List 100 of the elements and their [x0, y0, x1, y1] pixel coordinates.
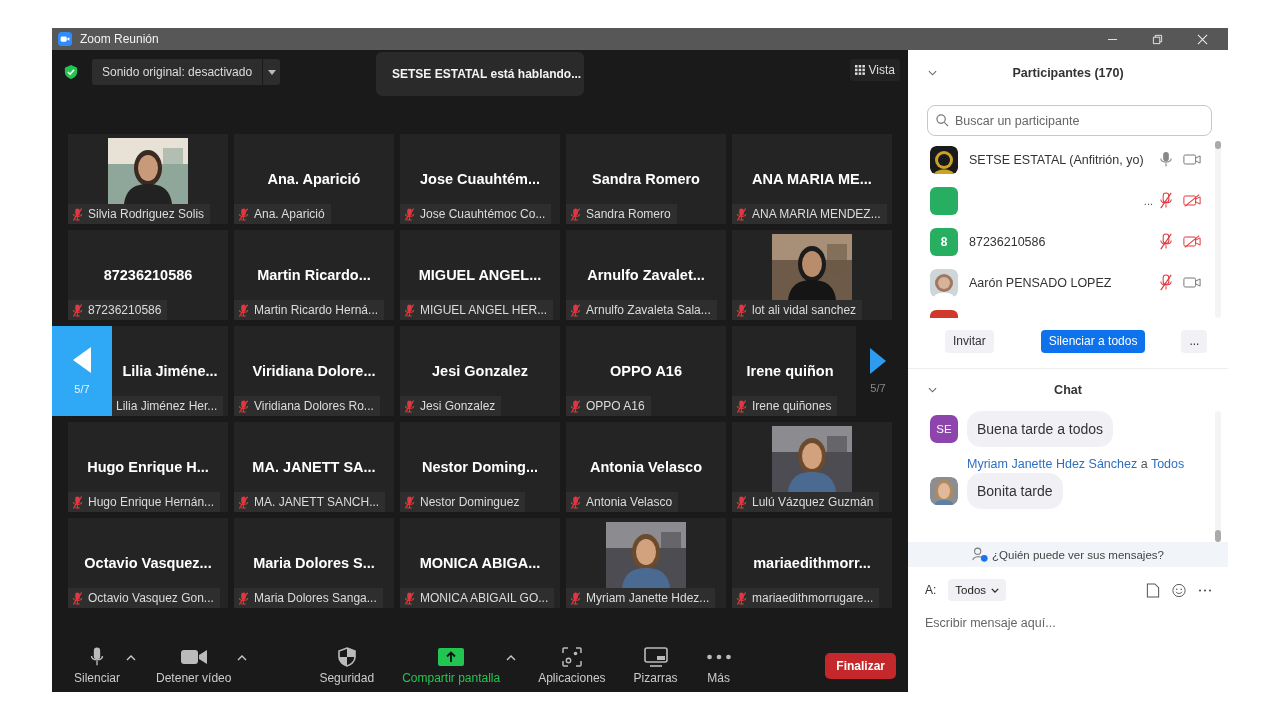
view-button[interactable]: Vista [849, 59, 900, 81]
participant-name: 87236210586 [103, 267, 193, 283]
participant-label: Silvia Rodriguez Solis [88, 207, 205, 221]
video-off-icon[interactable] [1183, 235, 1201, 248]
participant-name: ANA MARIA ME... [752, 171, 872, 187]
participant-name: mariaedithmorr... [753, 555, 871, 571]
participant-name: Aarón PENSADO LOPEZ [969, 275, 1113, 290]
participant-label: MA. JANETT SANCH... [254, 495, 380, 509]
muted-mic-icon [72, 591, 83, 605]
scroll-thumb[interactable] [1215, 141, 1221, 149]
caret-icon [126, 654, 137, 661]
chevron-icon[interactable] [928, 387, 937, 393]
message-sender: Myriam Janette Hdez Sánchez a Todos [967, 457, 1186, 471]
panel-button[interactable]: Invitar [945, 329, 994, 353]
panel-button[interactable]: Silenciar a todos [1040, 329, 1146, 353]
toolbar-button[interactable]: Aplicaciones [534, 646, 616, 686]
muted-mic-icon [736, 303, 747, 317]
participant-label: MONICA ABIGAIL GO... [420, 591, 549, 605]
right-arrow-icon [870, 348, 886, 374]
message-bubble: Buena tarde a todos [967, 411, 1114, 447]
whiteboard-icon [642, 646, 669, 667]
participant-name: SETSE ESTATAL (Anfitrión, yo) [969, 152, 1145, 167]
muted-mic-icon [238, 495, 249, 509]
muted-mic-icon [570, 303, 581, 317]
muted-mic-icon [404, 591, 415, 605]
camera-icon[interactable] [1183, 276, 1201, 289]
scroll-thumb[interactable] [1215, 530, 1221, 542]
muted-mic-icon [404, 207, 415, 221]
more-text[interactable]: ... [1143, 194, 1153, 207]
more-icon [705, 652, 732, 661]
muted-mic-icon [72, 207, 83, 221]
scrollbar[interactable] [1215, 411, 1221, 542]
end-meeting-button[interactable]: Finalizar [825, 652, 896, 679]
participant-label: Ana. Aparició [254, 207, 325, 221]
camera-icon [58, 32, 72, 46]
share-screen-icon [438, 646, 465, 667]
participant-name: 87236210586 [969, 234, 1047, 249]
left-arrow-icon [73, 347, 91, 373]
participant-name: Ana. Aparició [267, 171, 361, 187]
participant-label: ANA MARIA MENDEZ... [752, 207, 881, 221]
shield-icon[interactable] [64, 64, 78, 80]
participant-name: MIGUEL ANGEL... [418, 267, 542, 283]
muted-mic-icon [570, 495, 581, 509]
participant-name: Antonia Velasco [590, 459, 702, 475]
muted-mic-icon [404, 303, 415, 317]
participant-label: MIGUEL ANGEL HER... [420, 303, 548, 317]
participant-name: Arnulfo Zavalet... [587, 267, 705, 283]
muted-mic-icon [404, 399, 415, 413]
muted-mic-icon [72, 495, 83, 509]
avatar: 8 [930, 227, 958, 256]
participant-label: Viridiana Dolores Ro... [254, 399, 374, 413]
video-off-icon[interactable] [1183, 194, 1201, 207]
people-icon [972, 547, 989, 562]
toolbar-button[interactable]: Silenciar [70, 646, 141, 686]
participant-name: Irene quiñon [746, 363, 834, 379]
panel-button[interactable]: ... [1181, 329, 1208, 353]
chevron-icon[interactable] [928, 70, 937, 76]
search-field[interactable]: Buscar un participante [927, 105, 1212, 136]
participant-name: Hugo Enrique H... [87, 459, 209, 475]
participant-label: Arnulfo Zavaleta Sala... [586, 303, 711, 317]
muted-mic-icon[interactable] [1159, 192, 1173, 209]
toolbar-button[interactable]: Seguridad [315, 646, 385, 686]
toolbar-button[interactable]: Compartir pantalla [398, 646, 521, 686]
recipient-dropdown[interactable]: Todos [948, 579, 1007, 601]
participant-name: MONICA ABIGA... [419, 555, 541, 571]
caret-icon [237, 654, 248, 661]
muted-mic-icon [238, 591, 249, 605]
muted-mic-icon [570, 207, 581, 221]
participant-label: Myriam Janette Hdez... [586, 591, 710, 605]
toolbar-button[interactable]: Pizarras [629, 646, 688, 686]
participant-label: mariaedithmorrugare... [752, 591, 874, 605]
audio-dropdown[interactable]: Sonido original: desactivado [92, 59, 263, 85]
toolbar-button[interactable]: Más [701, 646, 742, 686]
file-icon[interactable] [1146, 582, 1160, 598]
participant-label: Lulú Vázquez Guzmán [752, 495, 874, 509]
dropdown-caret-button[interactable] [262, 59, 281, 85]
participant-label: Sandra Romero [586, 207, 671, 221]
camera-icon[interactable] [1183, 153, 1201, 166]
toolbar-button[interactable]: Detener vídeo [152, 646, 252, 686]
panel-title: Chat [1054, 383, 1082, 397]
muted-mic-icon [238, 303, 249, 317]
participant-name: Octavio Vasquez... [84, 555, 212, 571]
participant-label: Octavio Vasquez Gon... [88, 591, 214, 605]
window-title: Zoom Reunión [80, 32, 159, 46]
chevron-icon [991, 587, 1000, 593]
scrollbar[interactable] [1215, 141, 1221, 318]
participant-label: 87236210586 [88, 303, 162, 317]
participant-name: Jose Cuauhtém... [419, 171, 541, 187]
participant-name: OPPO A16 [610, 363, 682, 379]
participant-label: lot ali vidal sanchez [752, 303, 857, 317]
restore-icon[interactable] [1152, 33, 1163, 45]
participant-label: Jesi Gonzalez [420, 399, 496, 413]
search-icon [936, 114, 949, 127]
close-icon[interactable] [1197, 33, 1208, 45]
microphone-icon[interactable] [1159, 151, 1173, 168]
muted-mic-icon[interactable] [1159, 233, 1173, 250]
muted-mic-icon[interactable] [1159, 274, 1173, 291]
emoji-icon[interactable] [1172, 582, 1186, 598]
muted-mic-icon [736, 591, 747, 605]
participant-name: Sandra Romero [592, 171, 700, 187]
